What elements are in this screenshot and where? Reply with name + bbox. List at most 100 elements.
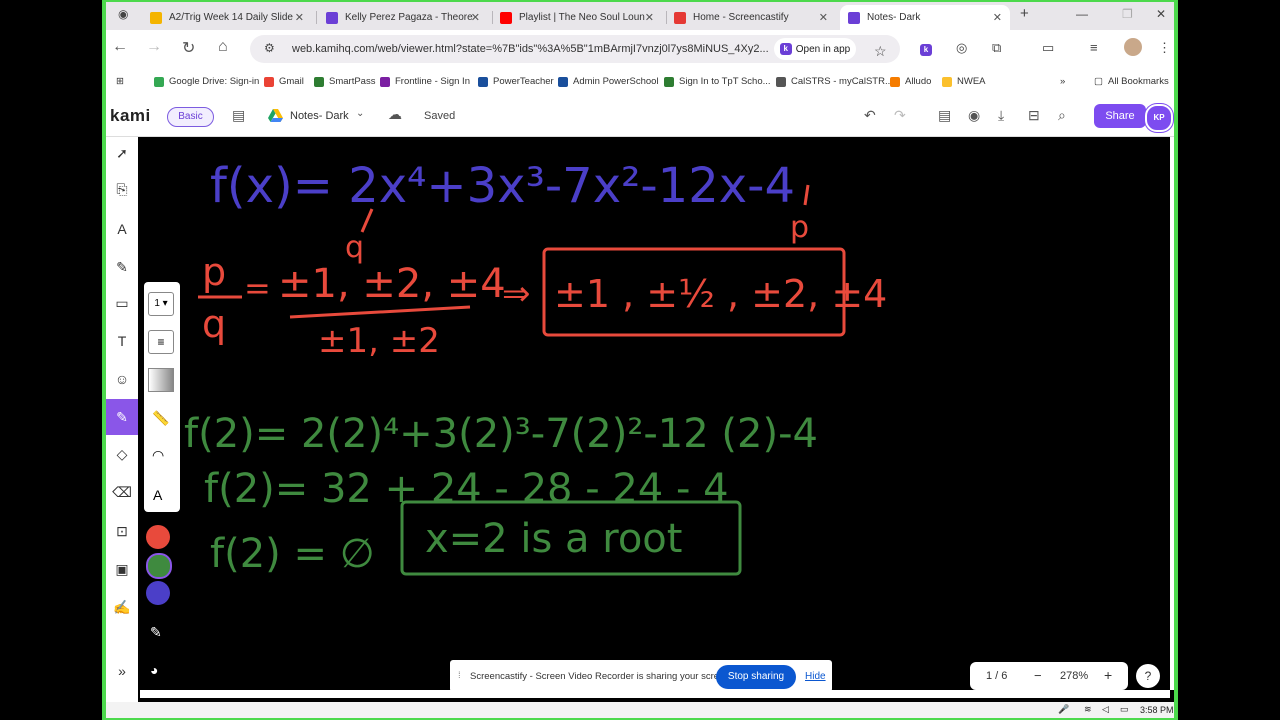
download-icon[interactable]: ⤓ [998,107,1004,124]
font-icon[interactable]: A [153,487,162,503]
shapes-icon[interactable]: ◇ [110,442,134,466]
volume-icon[interactable]: ◁ [1102,704,1109,715]
bookmark-nwea[interactable]: NWEA [942,76,986,87]
close-icon[interactable]: ✕ [993,11,1002,24]
wifi-icon[interactable]: ≋ [1084,704,1092,715]
zoom-out-icon[interactable]: − [1034,668,1042,683]
bookmark-star-icon[interactable]: ☆ [874,43,887,60]
share-button[interactable]: Share [1094,104,1146,128]
eraser-icon[interactable]: ⌫ [110,480,134,504]
page-indicator[interactable]: 1 / 6 [986,670,1007,682]
bookmark-admin-powerschool[interactable]: Admin PowerSchool [558,76,659,87]
cast-icon[interactable]: ▭ [1042,40,1054,56]
close-icon[interactable]: ✕ [819,11,828,24]
text-tool-icon[interactable]: T [110,329,134,353]
close-window-icon[interactable]: ✕ [1156,7,1166,21]
back-icon[interactable]: ← [112,38,128,56]
tab-slides[interactable]: A2/Trig Week 14 Daily Slide ✕ [142,5,312,30]
page-navigator: 1 / 6 − 278% + [970,662,1128,690]
grammarly-icon[interactable]: ◎ [956,40,967,56]
tab-search-icon[interactable]: ◉ [118,7,128,21]
expand-icon[interactable]: » [110,659,134,683]
pen-icon[interactable]: ✎ [150,624,162,641]
mic-icon[interactable]: 🎤 [1058,704,1069,715]
eye-icon[interactable]: ◉ [968,107,980,124]
toolbox-icon[interactable]: ⊟ [1028,107,1040,124]
stroke-width-select[interactable]: 1 ▾ [148,292,174,316]
chevron-down-icon[interactable]: ⌄ [356,108,364,119]
site-info-icon[interactable]: ⚙ [264,41,275,55]
bookmark-powerteacher[interactable]: PowerTeacher [478,76,554,87]
minimize-icon[interactable]: — [1076,7,1088,21]
forward-icon[interactable]: → [146,38,162,56]
protractor-icon[interactable]: ◠ [152,447,164,464]
palette-icon[interactable]: ◕ [150,662,158,678]
handwriting-layer: f(x)= 2x⁴+3x³-7x²-12x-4 q p p q = ±1, ±2… [184,158,887,577]
more-bookmarks-icon[interactable]: » [1060,76,1065,87]
blue-color-swatch[interactable] [146,581,170,605]
close-icon[interactable]: ✕ [471,11,480,24]
comment-icon[interactable]: ▭ [110,291,134,315]
tab-notes-dark[interactable]: Notes- Dark ✕ [840,5,1010,30]
highlighter-icon[interactable]: ✎ [110,255,134,279]
horizontal-scrollbar[interactable] [140,690,1170,698]
plan-badge[interactable]: Basic [167,107,214,127]
close-icon[interactable]: ✕ [295,11,304,24]
hide-button[interactable]: Hide [805,671,826,682]
select-tool-icon[interactable]: ➚ [110,141,134,165]
tab-kami-theorem[interactable]: Kelly Perez Pagaza - Theore ✕ [318,5,488,30]
archive-icon[interactable]: ▤ [232,107,245,124]
bookmark-google-drive[interactable]: Google Drive: Sign-in [154,76,259,87]
drag-handle-icon[interactable]: ⁞ [458,670,461,681]
redo-icon[interactable]: ↷ [894,107,906,124]
browser-window: ◉ A2/Trig Week 14 Daily Slide ✕ Kelly Pe… [106,2,1174,718]
bookmark-tpt[interactable]: Sign In to TpT Scho... [664,76,771,87]
help-icon[interactable]: ? [1136,664,1160,688]
apps-icon[interactable]: ⊞ [116,76,124,87]
extensions-icon[interactable]: ⧉ [992,40,1001,56]
line-style-icon[interactable]: ≡ [148,330,174,354]
media-icon[interactable]: ≡ [1090,40,1098,55]
tab-youtube-playlist[interactable]: Playlist | The Neo Soul Loun ✕ [492,5,662,30]
menu-icon[interactable]: ⋮ [1158,40,1171,56]
vertical-scrollbar[interactable] [1170,137,1174,690]
tab-screencastify[interactable]: Home - Screencastify ✕ [666,5,836,30]
profile-avatar[interactable] [1124,38,1142,56]
document-canvas[interactable]: f(x)= 2x⁴+3x³-7x²-12x-4 q p p q = ±1, ±2… [140,137,1170,690]
signature-icon[interactable]: ✍ [110,595,134,619]
search-icon[interactable]: ⌕ [1058,107,1066,124]
open-in-app-button[interactable]: k Open in app [774,38,856,60]
zoom-in-icon[interactable]: + [1104,667,1112,683]
red-color-swatch[interactable] [146,525,170,549]
text-to-speech-icon[interactable]: A [110,217,134,241]
opacity-icon[interactable] [148,368,174,392]
add-media-icon[interactable]: ⊡ [110,519,134,543]
pen-tool-icon[interactable]: ✎ [106,399,138,435]
equation-icon[interactable]: ☺ [110,367,134,391]
text-select-tool-icon[interactable]: ⎘ [110,177,134,201]
green-color-swatch[interactable] [146,553,172,579]
zoom-level[interactable]: 278% [1060,670,1088,682]
stop-sharing-button[interactable]: Stop sharing [716,665,796,689]
bookmark-alludo[interactable]: Alludo [890,76,931,87]
document-name[interactable]: Notes- Dark [290,110,349,122]
document-icon[interactable]: ▤ [938,107,951,124]
bookmark-gmail[interactable]: Gmail [264,76,304,87]
image-icon[interactable]: ▣ [110,557,134,581]
undo-icon[interactable]: ↶ [864,107,876,124]
bookmark-calstrs[interactable]: CalSTRS - myCalSTR... [776,76,893,87]
user-avatar[interactable]: KP [1145,104,1173,132]
home-icon[interactable]: ⌂ [218,38,228,56]
restore-icon[interactable]: ❐ [1122,7,1133,21]
bookmark-frontline[interactable]: Frontline - Sign In [380,76,470,87]
close-icon[interactable]: ✕ [645,11,654,24]
new-tab-button[interactable]: + [1020,5,1029,22]
kami-extension-icon[interactable]: k [920,40,936,56]
ruler-icon[interactable]: 📏 [152,410,169,427]
omnibox[interactable]: ⚙ web.kamihq.com/web/viewer.html?state=%… [250,35,900,63]
sharing-text: Screencastify - Screen Video Recorder is… [470,671,733,682]
reload-icon[interactable]: ↻ [182,38,195,58]
bookmark-smartpass[interactable]: SmartPass [314,76,375,87]
battery-icon[interactable]: ▭ [1120,704,1129,715]
all-bookmarks[interactable]: ▢ All Bookmarks [1094,76,1169,87]
